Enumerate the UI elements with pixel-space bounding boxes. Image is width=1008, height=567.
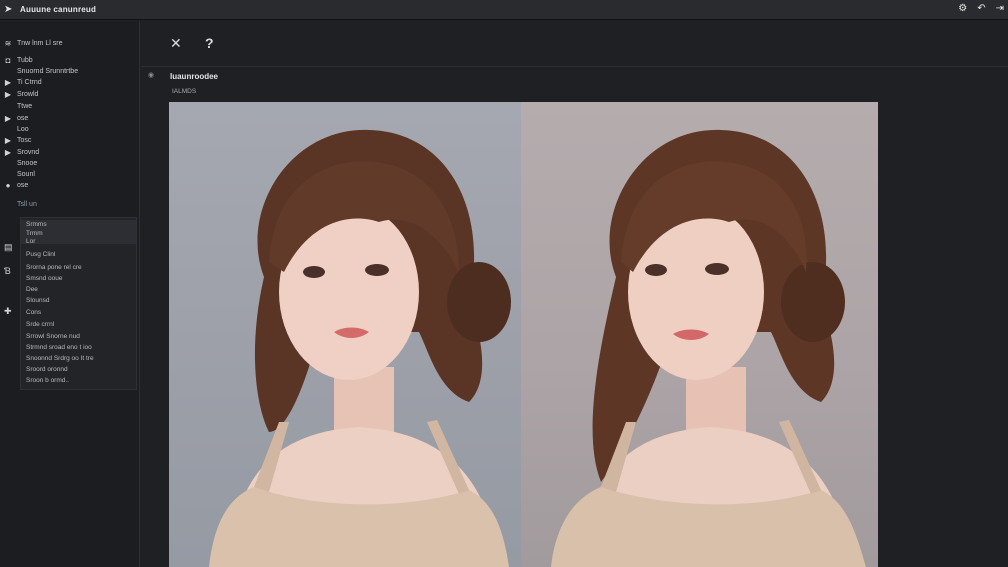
sidebar-item[interactable]: Ttwe bbox=[0, 101, 32, 112]
play-icon: ▶ bbox=[4, 148, 12, 157]
sidebar-item[interactable]: ≋ Tnw lnm Ll sre bbox=[0, 38, 63, 49]
property-panel: Srmms Trmm Lor Pusg Clinl Srorna pone re… bbox=[20, 217, 137, 390]
panel-row[interactable]: Dee bbox=[26, 284, 38, 294]
image-viewer[interactable] bbox=[169, 102, 878, 567]
portrait-image-right bbox=[551, 129, 866, 567]
sidebar-item[interactable]: Loo bbox=[0, 124, 29, 135]
page-title: Iuaunroodee bbox=[170, 72, 219, 81]
sidebar-item[interactable]: ◘ Tubb bbox=[0, 55, 33, 66]
sidebar-item[interactable]: ▶ Srowld bbox=[0, 89, 38, 100]
toolbar: ✕ ? bbox=[141, 21, 1008, 67]
sidebar-item[interactable]: ● ose bbox=[0, 180, 29, 191]
sidebar-item[interactable]: ▶ Ti Ctrnd bbox=[0, 77, 42, 88]
page-subtitle: IALMDS bbox=[172, 88, 197, 95]
panel-row[interactable]: Srde crrnl bbox=[26, 319, 54, 329]
sidebar-item[interactable]: Snuornd Srunntrtbe bbox=[0, 66, 78, 77]
play-icon: ▶ bbox=[4, 114, 12, 123]
close-icon[interactable]: ✕ bbox=[170, 35, 182, 52]
bullet-icon: ◉ bbox=[148, 72, 155, 79]
play-icon: ▶ bbox=[4, 78, 12, 87]
panel-row[interactable]: Strmnd sroad eno t ioo bbox=[26, 342, 92, 352]
panel-row[interactable]: Sroon b ormd.. bbox=[26, 375, 69, 385]
sidebar-item[interactable]: Snooe bbox=[0, 158, 37, 169]
panel-row[interactable]: Pusg Clinl bbox=[26, 249, 55, 259]
document-icon[interactable]: ▤ bbox=[4, 242, 13, 253]
sidebar-item[interactable]: Sounl bbox=[0, 169, 35, 180]
window-controls: ⚙ ↶ ⇥ bbox=[958, 3, 1004, 14]
minimize-icon[interactable]: ⇥ bbox=[996, 3, 1004, 14]
circle-icon: ● bbox=[5, 181, 11, 190]
play-icon: ▶ bbox=[4, 90, 12, 99]
back-arrow-icon[interactable]: ➤ bbox=[4, 4, 18, 15]
main-area: ◉ Iuaunroodee IALMDS bbox=[141, 68, 1008, 567]
panel-row[interactable]: Srrowl Snorne nud bbox=[26, 331, 80, 341]
settings-icon[interactable]: ⚙ bbox=[958, 3, 967, 14]
rss-icon: ≋ bbox=[4, 39, 12, 48]
title-bar: ➤ Auuune canunreud ⚙ ↶ ⇥ bbox=[0, 0, 1008, 20]
sidebar-item[interactable]: ▶ ose bbox=[0, 113, 28, 124]
sidebar-link[interactable]: Tsll un bbox=[17, 201, 37, 208]
image-pane-right[interactable] bbox=[521, 102, 878, 567]
portrait-image-left bbox=[209, 129, 511, 567]
sidebar-item[interactable]: ▶ Tosc bbox=[0, 135, 31, 146]
sidebar-item[interactable]: ▶ Srovnd bbox=[0, 147, 39, 158]
image-pane-left[interactable] bbox=[169, 102, 521, 567]
panel-row[interactable]: Sroord oronnd bbox=[26, 364, 68, 374]
panel-row[interactable]: Cons bbox=[26, 307, 41, 317]
shield-icon: ◘ bbox=[5, 56, 11, 65]
text-icon[interactable]: Ɓ bbox=[4, 266, 11, 276]
play-icon: ▶ bbox=[4, 136, 12, 145]
add-icon[interactable]: ✚ bbox=[4, 306, 12, 317]
help-icon[interactable]: ? bbox=[205, 35, 214, 51]
undo-icon[interactable]: ↶ bbox=[977, 3, 985, 14]
panel-row[interactable]: Snoonnd Srdrg oo It tre bbox=[26, 353, 94, 363]
panel-row[interactable]: Srorna pone rel cre bbox=[26, 262, 82, 272]
panel-row[interactable]: Lor bbox=[26, 236, 35, 246]
panel-row[interactable]: Slounsd bbox=[26, 295, 50, 305]
window-title: Auuune canunreud bbox=[20, 5, 97, 14]
panel-row[interactable]: Smsnd ooue bbox=[26, 273, 63, 283]
